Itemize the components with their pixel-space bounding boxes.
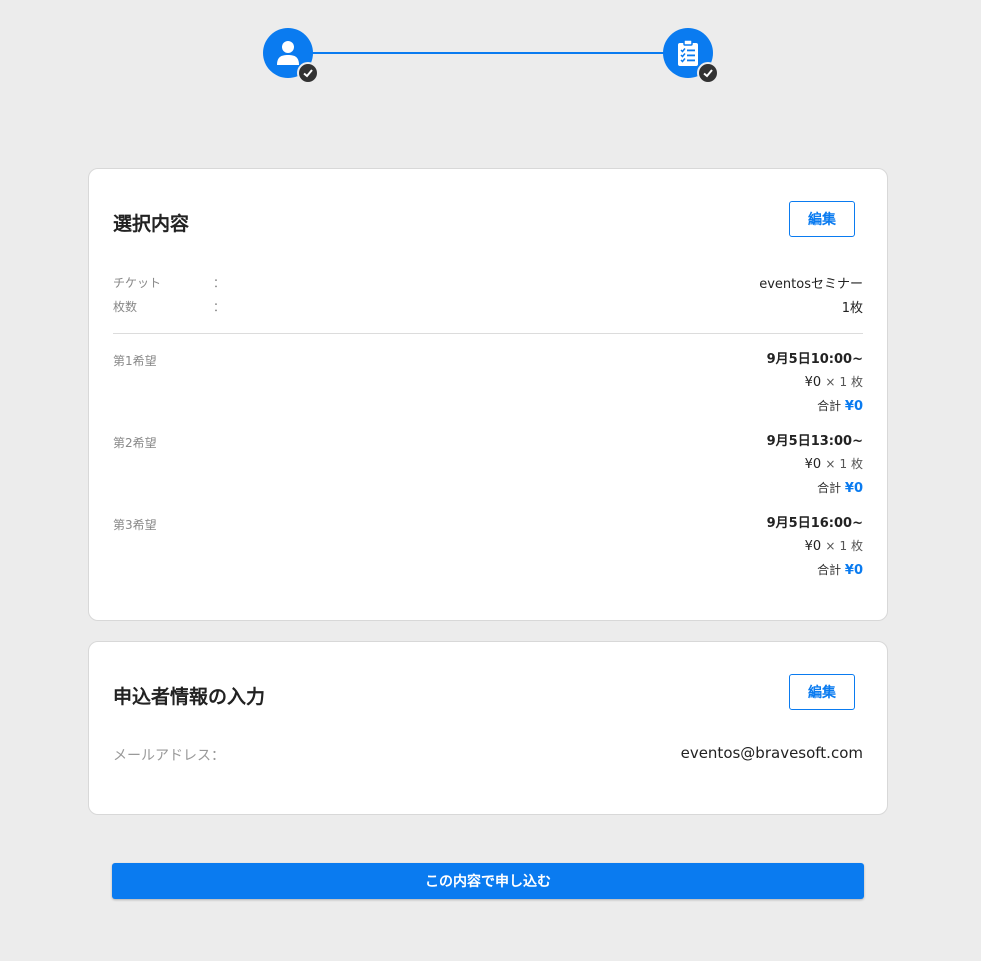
quantity: 1 枚	[839, 539, 863, 553]
check-icon	[697, 62, 719, 84]
multiplier: ×	[825, 539, 836, 553]
email-label: メールアドレス：	[113, 748, 225, 764]
ticket-colon: ：	[213, 276, 226, 290]
count-value: 1枚	[841, 301, 863, 316]
preference-label: 第2希望	[113, 436, 157, 450]
user-icon	[277, 41, 299, 65]
unit-price: ¥0	[804, 375, 822, 390]
stepper-line	[303, 52, 673, 54]
preference-details: 9月5日16:00~ ¥0 × 1 枚 合計 ¥0	[663, 513, 863, 581]
total-amount: ¥0	[844, 399, 863, 414]
preference-total: 合計 ¥0	[663, 393, 863, 417]
step-confirm	[663, 28, 719, 84]
preference-total: 合計 ¥0	[663, 557, 863, 581]
preference-label: 第1希望	[113, 354, 157, 368]
preference-time: 9月5日10:00~	[766, 352, 863, 367]
preference-details: 9月5日13:00~ ¥0 × 1 枚 合計 ¥0	[663, 431, 863, 499]
count-label: 枚数	[113, 300, 138, 314]
multiplier: ×	[825, 457, 836, 471]
preference-details: 9月5日10:00~ ¥0 × 1 枚 合計 ¥0	[663, 349, 863, 417]
preference-price: ¥0 × 1 枚	[663, 453, 863, 475]
applicant-card: 申込者情報の入力 編集 メールアドレス： eventos@bravesoft.c…	[88, 641, 888, 815]
check-icon	[297, 62, 319, 84]
preference-label: 第3希望	[113, 518, 157, 532]
preference-total: 合計 ¥0	[663, 475, 863, 499]
preference-price: ¥0 × 1 枚	[663, 535, 863, 557]
total-label: 合計	[817, 563, 842, 577]
selection-title: 選択内容	[113, 213, 190, 235]
quantity: 1 枚	[839, 457, 863, 471]
submit-application-button[interactable]: この内容で申し込む	[112, 863, 864, 899]
total-amount: ¥0	[844, 563, 863, 578]
preference-price: ¥0 × 1 枚	[663, 371, 863, 393]
preference-time: 9月5日13:00~	[766, 434, 863, 449]
preference-time: 9月5日16:00~	[766, 516, 863, 531]
unit-price: ¥0	[804, 457, 822, 472]
edit-applicant-button[interactable]: 編集	[789, 674, 855, 710]
applicant-title: 申込者情報の入力	[113, 686, 266, 708]
total-amount: ¥0	[844, 481, 863, 496]
multiplier: ×	[825, 375, 836, 389]
step-user	[263, 28, 319, 84]
progress-stepper	[263, 28, 719, 84]
clipboard-icon	[678, 39, 698, 66]
count-colon: ：	[213, 300, 226, 314]
ticket-value: eventosセミナー	[759, 277, 863, 292]
quantity: 1 枚	[839, 375, 863, 389]
ticket-label: チケット	[113, 276, 162, 290]
unit-price: ¥0	[804, 539, 822, 554]
divider	[113, 333, 863, 334]
edit-selection-button[interactable]: 編集	[789, 201, 855, 237]
total-label: 合計	[817, 481, 842, 495]
selection-card: 選択内容 編集 チケット ： eventosセミナー 枚数 ： 1枚 第1希望 …	[88, 168, 888, 621]
total-label: 合計	[817, 399, 842, 413]
email-value: eventos@bravesoft.com	[680, 744, 863, 762]
